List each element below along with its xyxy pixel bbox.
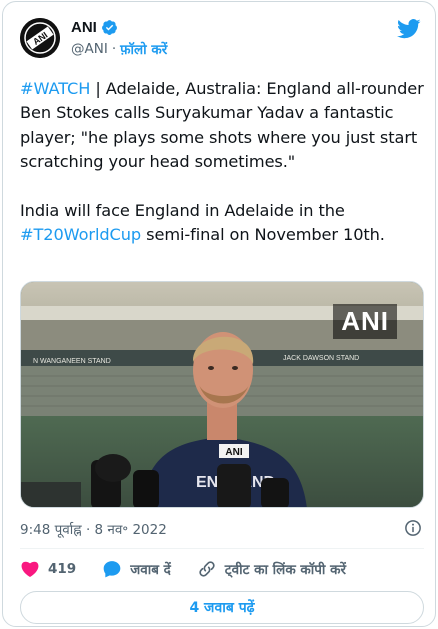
- follow-button[interactable]: फ़ॉलो करें: [120, 40, 167, 58]
- tweet-paragraph-2: India will face England in Adelaide in t…: [20, 199, 425, 248]
- twitter-logo-icon[interactable]: [397, 19, 421, 39]
- verified-badge-icon: [101, 20, 117, 35]
- timestamp-row: 9:48 पूर्वाह्न · 8 नव॰ 2022: [20, 520, 424, 538]
- ani-watermark: ANI: [333, 304, 397, 339]
- paragraph-2-before: India will face England in Adelaide in t…: [20, 201, 345, 221]
- author-name-row: ANI: [71, 19, 118, 36]
- handle[interactable]: @ANI: [71, 41, 108, 57]
- hashtag-t20worldcup[interactable]: #T20WorldCup: [20, 225, 141, 244]
- copy-link-label: ट्वीट का लिंक कॉपी करें: [224, 562, 347, 578]
- reply-label: जवाब दें: [130, 562, 171, 578]
- divider: [20, 548, 424, 549]
- timestamp[interactable]: 9:48 पूर्वाह्न · 8 नव॰ 2022: [20, 520, 167, 538]
- tweet-text: #WATCH | Adelaide, Australia: England al…: [20, 77, 425, 272]
- mic-label: ANI: [225, 447, 242, 458]
- like-button[interactable]: 419: [20, 559, 76, 579]
- stand-text-left: N WANGANEEN STAND: [33, 358, 111, 365]
- read-replies-button[interactable]: 4 जवाब पढ़ें: [20, 591, 424, 624]
- info-icon[interactable]: [404, 519, 422, 537]
- heart-icon: [21, 561, 39, 577]
- copy-link-button[interactable]: ट्वीट का लिंक कॉपी करें: [197, 559, 346, 579]
- link-icon: [199, 561, 215, 577]
- hashtag-watch[interactable]: #WATCH: [20, 79, 90, 98]
- ani-logo-icon: ANI: [20, 18, 60, 58]
- avatar[interactable]: ANI: [20, 18, 60, 58]
- tweet-paragraph-1: #WATCH | Adelaide, Australia: England al…: [20, 77, 425, 175]
- like-count: 419: [48, 561, 77, 577]
- paragraph-2-after: semi-final on November 10th.: [141, 225, 385, 245]
- stand-text-right: JACK DAWSON STAND: [283, 355, 359, 362]
- tweet-video[interactable]: N WANGANEEN STAND JACK DAWSON STAND ENGL…: [20, 281, 424, 508]
- reply-button[interactable]: जवाब दें: [102, 559, 171, 579]
- tweet-card: ANI ANI @ANI · फ़ॉलो करें #WATCH | Adela…: [2, 1, 436, 627]
- separator: ·: [111, 41, 117, 57]
- action-bar: 419 जवाब दें ट्वीट का लिंक कॉपी करें: [20, 559, 372, 579]
- display-name[interactable]: ANI: [71, 19, 97, 36]
- handle-row: @ANI · फ़ॉलो करें: [71, 40, 167, 58]
- reply-icon: [103, 561, 121, 578]
